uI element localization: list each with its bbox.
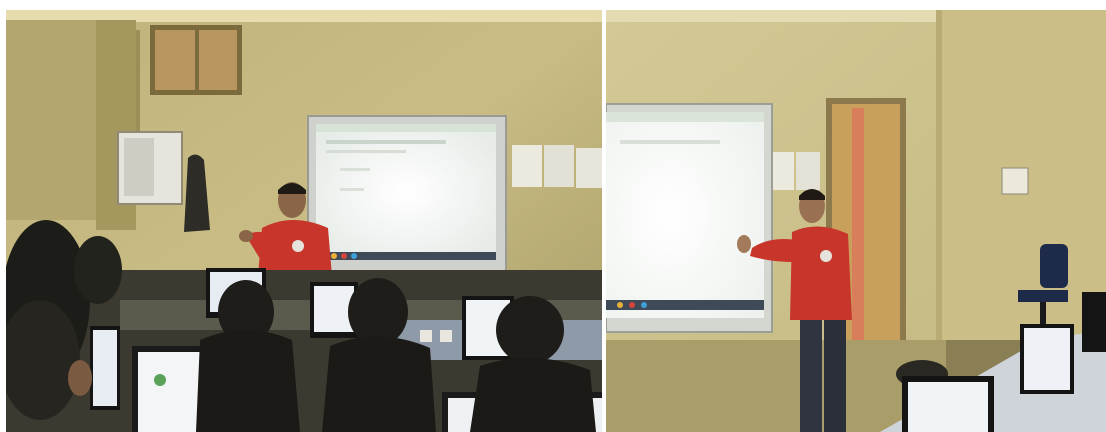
student [496,296,564,364]
left-photo [6,10,602,432]
hand [737,235,751,253]
pillar [6,20,96,220]
red-hoodie [790,226,852,320]
monitor [902,376,994,432]
monitor [90,326,120,410]
switch-box [1001,167,1029,195]
right-photo [606,10,1106,432]
photo-collage [0,0,1106,432]
hand [239,230,253,242]
notice-paper [512,145,542,187]
student [74,236,122,304]
monitor [1082,292,1106,352]
collage-svg [6,10,1106,432]
notice-paper [770,152,794,190]
jeans [800,320,822,432]
projected-browser [316,124,496,260]
monitor [1020,324,1074,394]
student [348,278,408,346]
